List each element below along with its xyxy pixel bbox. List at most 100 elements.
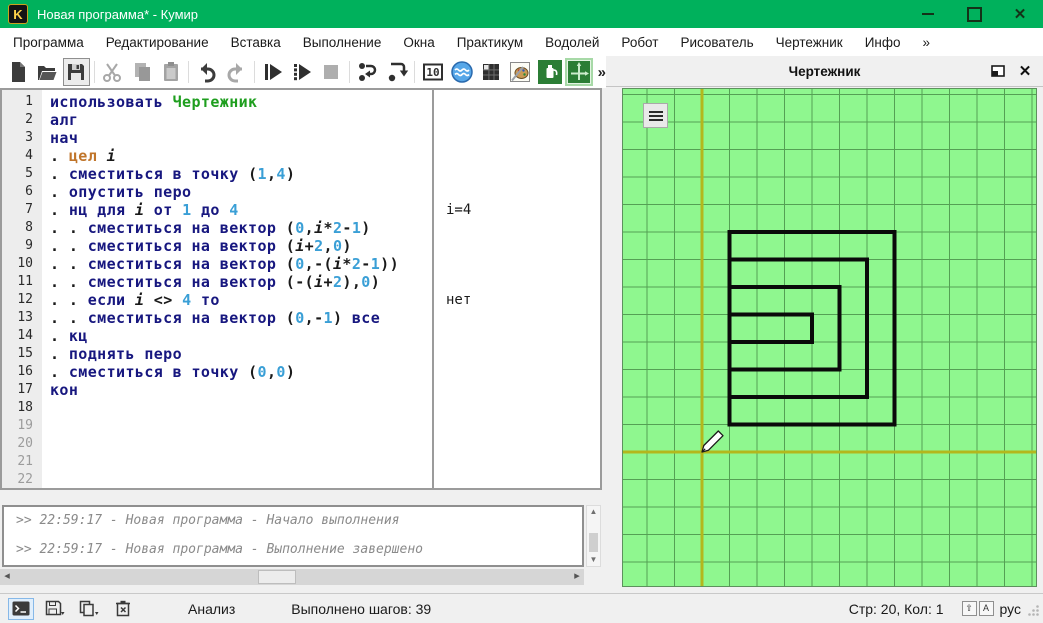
scroll-down-icon[interactable]: ▼ [587,554,600,566]
copy-protocol-icon [79,600,99,617]
step-out-button[interactable] [383,58,410,86]
drawer-close-button[interactable]: ✕ [1013,56,1043,86]
minimize-button[interactable] [905,0,951,28]
menu-item[interactable]: Окна [392,31,445,54]
menu-item[interactable]: Редактирование [95,31,220,54]
scroll-up-icon[interactable]: ▲ [587,506,600,518]
editor-gutter: 12345678910111213141516171819202122 [2,90,42,488]
clear-protocol-button[interactable] [110,598,136,620]
margin-note: i=4 [446,201,471,219]
pump-button[interactable] [536,58,563,86]
maximize-button[interactable] [951,0,997,28]
code-line: . . сместиться на вектор (i+2,0) [50,237,432,255]
scroll-right-icon[interactable]: ▸ [570,569,584,585]
menu-item[interactable]: » [911,31,941,54]
console-line: >> 22:59:17 - Новая программа - Начало в… [16,513,582,528]
open-folder-icon [35,60,59,84]
robot-button[interactable] [478,58,505,86]
drawer-title: Чертежник [606,64,983,79]
status-mode: Анализ [188,601,235,617]
drawer-menu-button[interactable] [643,103,668,128]
terminal-button[interactable] [8,598,34,620]
values-window-button[interactable]: 10 [419,58,446,86]
line-number: 2 [2,111,42,129]
code-line: . . если i <> 4 то [50,291,432,309]
svg-text:10: 10 [426,66,439,79]
code-line: . . сместиться на вектор (0,-1) все [50,309,432,327]
menu-item[interactable]: Рисователь [669,31,764,54]
risovatel-icon [508,60,532,84]
menu-bar: ПрограммаРедактированиеВставкаВыполнение… [0,28,1043,56]
run-button[interactable] [259,58,286,86]
risovatel-button[interactable] [507,58,534,86]
redo-icon [224,60,248,84]
line-number: 15 [2,345,42,363]
stop-button[interactable] [317,58,344,86]
step-over-button[interactable] [354,58,381,86]
toolbar: 10 » [0,56,606,88]
code-line: нач [50,129,432,147]
save-icon [64,60,88,84]
menu-item[interactable]: Программа [2,31,95,54]
copy-protocol-button[interactable] [76,598,102,620]
run-steps-button[interactable] [288,58,315,86]
save-protocol-button[interactable] [42,598,68,620]
code-line: . опустить перо [50,183,432,201]
window-title: Новая программа* - Кумир [37,7,905,22]
paste-button[interactable] [157,58,184,86]
menu-item[interactable]: Практикум [446,31,534,54]
scroll-left-icon[interactable]: ◂ [0,569,14,585]
maximize-icon [967,7,982,22]
run-steps-icon [290,60,314,84]
cut-button[interactable] [99,58,126,86]
menu-item[interactable]: Робот [610,31,669,54]
undo-icon [195,60,219,84]
code-line: . нц для i от 1 до 4 [50,201,432,219]
cut-icon [100,60,124,84]
line-number: 18 [2,399,42,417]
new-file-button[interactable] [4,58,31,86]
menu-item[interactable]: Вставка [220,31,292,54]
code-editor: 12345678910111213141516171819202122 испо… [0,88,602,490]
vscroll-thumb[interactable] [589,533,598,552]
copy-button[interactable] [128,58,155,86]
hscroll-thumb[interactable] [258,570,296,584]
menu-item[interactable]: Выполнение [292,31,393,54]
drawer-close-icon: ✕ [1019,62,1032,80]
drawer-panel: Чертежник ✕ [606,56,1043,593]
save-button[interactable] [63,58,90,86]
drawer-title-bar: Чертежник ✕ [606,56,1043,87]
redo-button[interactable] [223,58,250,86]
menu-item[interactable]: Водолей [534,31,610,54]
line-number: 13 [2,309,42,327]
editor-margin: i=4 нет [434,90,600,488]
line-number: 11 [2,273,42,291]
vodoley-button[interactable] [448,58,475,86]
menu-item[interactable]: Чертежник [765,31,854,54]
line-number: 22 [2,471,42,489]
console-hscrollbar[interactable]: ◂ ▸ [0,569,584,585]
cherteznik-button[interactable] [565,58,592,86]
line-number: 4 [2,147,42,165]
line-number: 1 [2,93,42,111]
toolbar-overflow-button[interactable]: » [598,64,606,81]
margin-note: нет [446,291,471,309]
resize-grip[interactable] [1027,604,1040,617]
open-button[interactable] [33,58,60,86]
menu-item[interactable]: Инфо [854,31,912,54]
line-number: 5 [2,165,42,183]
run-icon [261,60,285,84]
kumir-window: { "window": { "title": "Новая программа*… [0,0,1043,623]
close-button[interactable]: ✕ [997,0,1043,28]
console-vscrollbar[interactable]: ▲ ▼ [586,505,601,567]
line-number: 16 [2,363,42,381]
drawer-undock-button[interactable] [983,56,1013,86]
code-area[interactable]: использовать Чертежникалгнач. цел i. сме… [42,90,432,488]
step-over-icon [355,60,379,84]
cursor-position: Стр: 20, Кол: 1 [849,601,944,617]
line-number: 14 [2,327,42,345]
copy-icon [130,60,154,84]
line-number: 9 [2,237,42,255]
code-line: . сместиться в точку (1,4) [50,165,432,183]
undo-button[interactable] [193,58,220,86]
